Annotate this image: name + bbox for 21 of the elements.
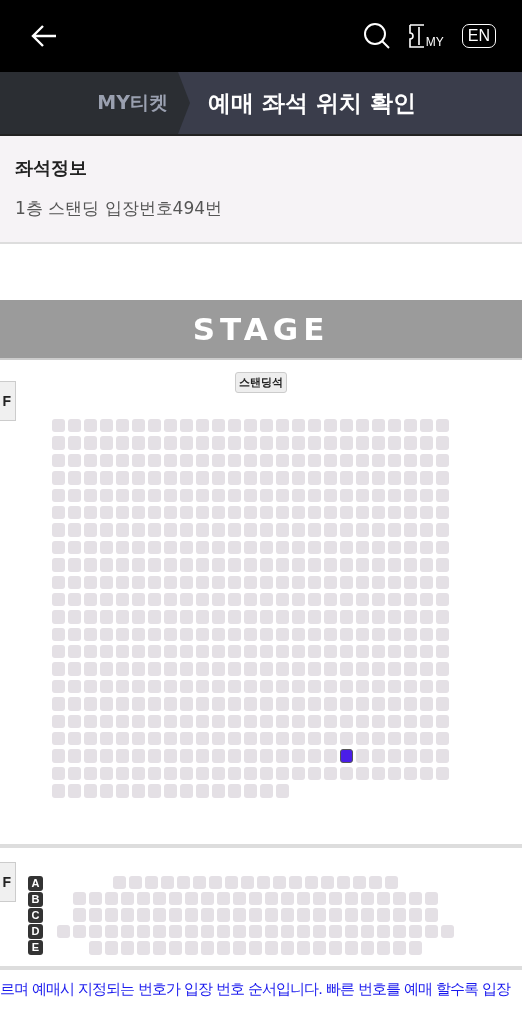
row-label: C [28,907,43,923]
row-label: E [28,939,43,955]
page-title: 예매 좌석 위치 확인 [207,88,417,118]
search-button[interactable] [362,22,391,50]
back-arrow-icon [30,24,58,48]
ticket-icon [408,23,425,49]
row-label: B [28,891,43,907]
back-button[interactable] [30,24,58,48]
search-icon [362,22,391,50]
row-label: A [28,875,43,891]
floor-tab[interactable]: F [0,381,16,421]
row-label: D [28,923,43,939]
my-ticket-button[interactable]: MY [408,23,444,49]
stage-band: STAGE [0,300,522,360]
notice-text: 르며 예매시 지정되는 번호가 입장 번호 순서입니다. 빠른 번호를 예매 할수록 입장 [0,979,512,999]
standing-label: 스탠딩석 [235,372,287,393]
seat-info-text: 1층 스탠딩 입장번호494번 [15,197,224,220]
breadcrumb-link[interactable]: MY티켓 [0,72,190,134]
floor-tab[interactable]: F [0,861,16,902]
section-title: 좌석정보 [15,156,88,180]
language-button[interactable]: EN [461,24,496,48]
